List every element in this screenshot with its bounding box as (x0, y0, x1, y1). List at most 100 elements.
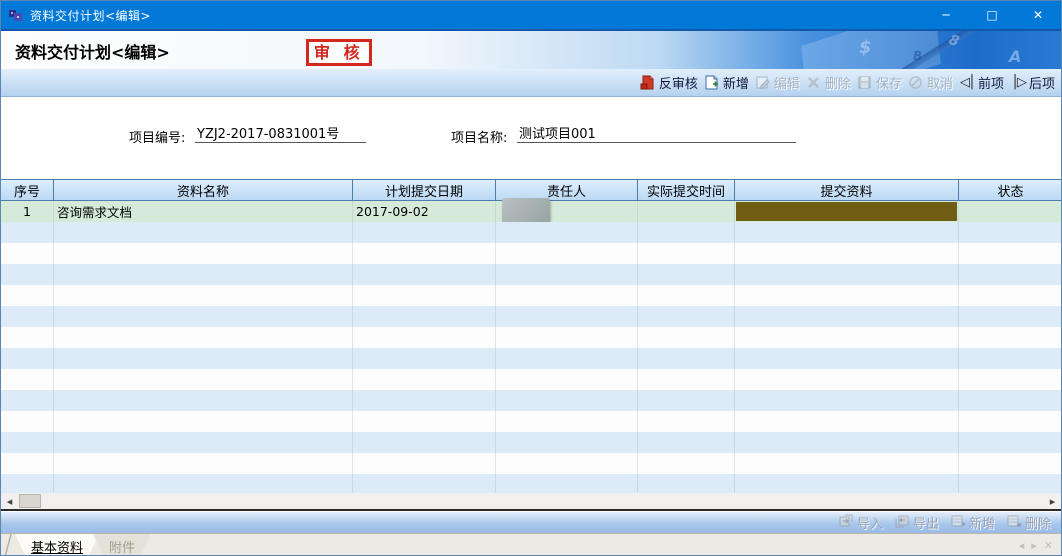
table-cell[interactable]: 咨询需求文档 (54, 201, 353, 222)
empty-cell (496, 369, 638, 390)
empty-cell (1, 474, 54, 493)
decor-eight-glyph: 8 (947, 32, 962, 50)
import-button[interactable]: 导入 (839, 513, 883, 532)
empty-cell (735, 453, 959, 474)
unapprove-button[interactable]: 反审核 (637, 71, 701, 94)
empty-cell (1, 285, 54, 306)
empty-cell (496, 453, 638, 474)
cancel-button[interactable]: 取消 (905, 71, 956, 94)
table-cell[interactable] (638, 201, 735, 222)
empty-cell (638, 432, 735, 453)
tab-scroll-right-icon[interactable]: ▸ (1031, 539, 1037, 552)
empty-table-row (1, 474, 1061, 493)
table-row[interactable]: 1咨询需求文档2017-09-02 (1, 201, 1061, 222)
empty-cell (735, 222, 959, 243)
empty-table-row (1, 453, 1061, 474)
table-cell[interactable] (959, 201, 1061, 222)
empty-cell (959, 327, 1061, 348)
empty-cell (1, 369, 54, 390)
minimize-button[interactable]: ─ (923, 1, 969, 29)
column-header[interactable]: 计划提交日期 (353, 180, 496, 200)
empty-cell (54, 411, 353, 432)
empty-cell (353, 264, 496, 285)
export-button[interactable]: 导出 (895, 513, 939, 532)
edit-icon (755, 75, 771, 91)
data-grid: 序号资料名称计划提交日期责任人实际提交时间提交资料状态 1咨询需求文档2017-… (1, 179, 1061, 493)
tab-attachments[interactable]: 附件 (93, 534, 151, 556)
empty-cell (496, 222, 638, 243)
project-name-field[interactable]: 测试项目001 (517, 123, 796, 143)
empty-cell (496, 243, 638, 264)
empty-cell (353, 243, 496, 264)
remove-button[interactable]: 删除 (1007, 513, 1051, 532)
save-button[interactable]: 保存 (854, 71, 905, 94)
maximize-button[interactable]: □ (969, 1, 1015, 29)
tab-close-icon[interactable]: ✕ (1044, 539, 1053, 552)
empty-cell (353, 222, 496, 243)
empty-cell (496, 432, 638, 453)
project-no-label: 项目编号: (129, 127, 185, 146)
empty-cell (1, 264, 54, 285)
close-button[interactable]: ✕ (1015, 1, 1061, 29)
empty-cell (735, 474, 959, 493)
new-icon (704, 75, 720, 91)
empty-cell (496, 285, 638, 306)
empty-cell (54, 474, 353, 493)
empty-cell (353, 327, 496, 348)
horizontal-scrollbar[interactable]: ◂ ▸ (1, 493, 1061, 511)
tab-scroll-left-icon[interactable]: ◂ (1019, 539, 1025, 552)
empty-cell (496, 306, 638, 327)
submit-material-filled-cell[interactable] (736, 202, 957, 221)
empty-cell (54, 348, 353, 369)
table-cell[interactable]: 1 (1, 201, 54, 222)
add-button[interactable]: 新增 (951, 513, 995, 532)
remove-row-icon (1007, 514, 1021, 532)
empty-cell (1, 306, 54, 327)
empty-cell (1, 453, 54, 474)
scroll-right-button[interactable]: ▸ (1044, 493, 1061, 509)
decor-a-glyph: A (1009, 47, 1021, 66)
table-cell[interactable] (496, 201, 638, 222)
empty-cell (1, 411, 54, 432)
project-no-field[interactable]: YZJ2-2017-0831001号 (195, 123, 366, 143)
scroll-left-button[interactable]: ◂ (1, 493, 18, 509)
empty-cell (959, 432, 1061, 453)
form-area: 项目编号: YZJ2-2017-0831001号 项目名称: 测试项目001 (1, 97, 1061, 179)
empty-cell (496, 264, 638, 285)
prev-button[interactable]: ◁│前项 (956, 71, 1007, 94)
tabstrip-lead-decor (1, 534, 15, 556)
empty-cell (638, 285, 735, 306)
empty-table-row (1, 306, 1061, 327)
column-header[interactable]: 责任人 (496, 180, 638, 200)
empty-cell (353, 348, 496, 369)
delete-button[interactable]: 删除 (803, 71, 854, 94)
column-header[interactable]: 资料名称 (54, 180, 353, 200)
add-row-icon (951, 514, 965, 532)
empty-table-row (1, 432, 1061, 453)
empty-cell (54, 453, 353, 474)
empty-cell (638, 474, 735, 493)
scrollbar-thumb[interactable] (19, 494, 41, 508)
next-button[interactable]: │▷后项 (1007, 71, 1058, 94)
empty-cell (638, 327, 735, 348)
column-header[interactable]: 提交资料 (735, 180, 959, 200)
toolbar-button-label: 反审核 (659, 73, 698, 92)
column-header[interactable]: 状态 (959, 180, 1061, 200)
column-header[interactable]: 序号 (1, 180, 54, 200)
grid-toolbar-button-label: 新增 (969, 513, 995, 532)
empty-cell (735, 369, 959, 390)
column-header[interactable]: 实际提交时间 (638, 180, 735, 200)
titlebar: 资料交付计划<编辑> ─ □ ✕ (1, 1, 1061, 31)
import-icon (839, 514, 853, 532)
empty-cell (959, 285, 1061, 306)
empty-cell (353, 369, 496, 390)
empty-cell (959, 411, 1061, 432)
table-cell[interactable] (735, 201, 959, 222)
new-button[interactable]: 新增 (701, 71, 752, 94)
empty-cell (638, 453, 735, 474)
toolbar-button-label: 前项 (978, 73, 1004, 92)
table-cell[interactable]: 2017-09-02 (353, 201, 496, 222)
tab-basic-info[interactable]: 基本资料 (15, 534, 99, 556)
empty-cell (1, 222, 54, 243)
edit-button[interactable]: 编辑 (752, 71, 803, 94)
